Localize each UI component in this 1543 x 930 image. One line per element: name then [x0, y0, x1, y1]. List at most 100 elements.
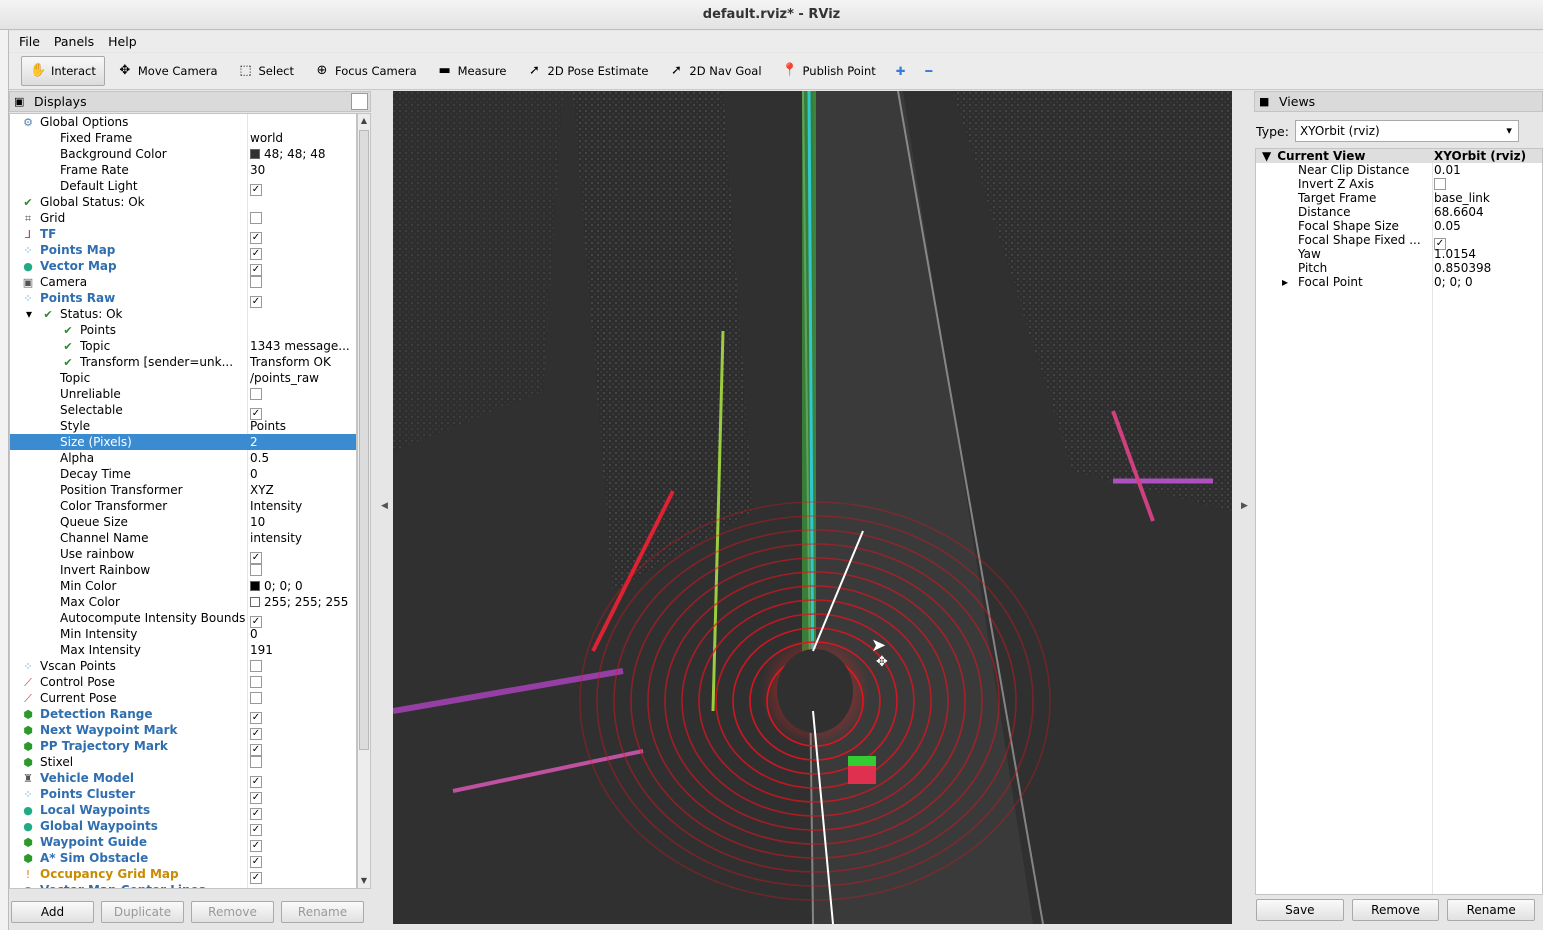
display-value[interactable]	[249, 690, 356, 706]
view-property-value[interactable]: 0.05	[1434, 219, 1542, 233]
display-row[interactable]: Min Color 0; 0; 0	[10, 578, 356, 594]
view-property-value[interactable]: 0; 0; 0	[1434, 275, 1542, 289]
display-value[interactable]	[249, 210, 356, 226]
collapse-right-icon[interactable]: ▶	[1241, 501, 1248, 511]
checkbox[interactable]	[250, 388, 262, 400]
display-row[interactable]: ⬢ Detection Range ✓	[10, 706, 356, 724]
scroll-down-icon[interactable]: ▼	[358, 874, 370, 888]
tool-move-camera[interactable]: ✥ Move Camera	[109, 56, 226, 86]
display-row[interactable]: Unreliable	[10, 386, 356, 402]
display-row[interactable]: ✔ Global Status: Ok	[10, 194, 356, 210]
remove-button[interactable]: Remove	[191, 901, 274, 923]
display-row[interactable]: Channel Name intensity	[10, 530, 356, 546]
display-row[interactable]: Use rainbow ✓	[10, 546, 356, 564]
display-value[interactable]: 48; 48; 48	[249, 146, 356, 162]
scroll-up-icon[interactable]: ▲	[358, 114, 370, 128]
view-property-row[interactable]: Invert Z Axis	[1256, 177, 1542, 191]
collapse-icon[interactable]: ▼	[1262, 149, 1271, 163]
display-row[interactable]: ♜ Vehicle Model ✓	[10, 770, 356, 788]
display-row[interactable]: Max Color 255; 255; 255	[10, 594, 356, 610]
collapse-left-icon[interactable]: ◀	[381, 501, 388, 511]
checkbox[interactable]	[250, 756, 262, 768]
display-value[interactable]: Transform OK	[249, 354, 356, 370]
display-row[interactable]: Queue Size 10	[10, 514, 356, 530]
display-value[interactable]: /points_raw	[249, 370, 356, 386]
display-value[interactable]: 30	[249, 162, 356, 178]
rename-button[interactable]: Rename	[281, 901, 364, 923]
display-value[interactable]: XYZ	[249, 482, 356, 498]
display-value[interactable]	[249, 674, 356, 690]
views-tree[interactable]: ▼ Current View XYOrbit (rviz) Near Clip Dis…	[1255, 148, 1543, 895]
display-row[interactable]: ▣ Camera	[10, 274, 356, 290]
view-save-button[interactable]: Save	[1256, 899, 1344, 921]
view-property-row[interactable]: Near Clip Distance 0.01	[1256, 163, 1542, 177]
display-row[interactable]: Style Points	[10, 418, 356, 434]
display-row[interactable]: ⬢ PP Trajectory Mark ✓	[10, 738, 356, 756]
add-button[interactable]: Add	[11, 901, 94, 923]
display-value[interactable]	[249, 562, 356, 578]
display-row[interactable]: Background Color 48; 48; 48	[10, 146, 356, 162]
display-row[interactable]: Default Light ✓	[10, 178, 356, 196]
color-swatch[interactable]	[250, 149, 260, 159]
tool-2d-nav-goal[interactable]: ➚ 2D Nav Goal	[660, 56, 769, 86]
view-rename-button[interactable]: Rename	[1447, 899, 1536, 921]
display-value[interactable]: 0; 0; 0	[249, 578, 356, 594]
display-row[interactable]: Position Transformer XYZ	[10, 482, 356, 498]
add-tool-icon[interactable]: ✚	[888, 56, 914, 86]
display-row[interactable]: Color Transformer Intensity	[10, 498, 356, 514]
display-value[interactable]: 10	[249, 514, 356, 530]
display-row[interactable]: ▾ ✔ Status: Ok	[10, 306, 356, 322]
display-value[interactable]: 1343 message...	[249, 338, 356, 354]
view-property-value[interactable]: 68.6604	[1434, 205, 1542, 219]
checkbox[interactable]: ✓	[250, 888, 262, 889]
view-property-row[interactable]: Focal Shape Fixed ... ✓	[1256, 233, 1542, 250]
view-type-select[interactable]: XYOrbit (rviz)	[1294, 120, 1519, 142]
displays-tree[interactable]: ⚙ Global Options Fixed Frame world Backgroun…	[9, 113, 357, 889]
tool-publish-point[interactable]: 📍 Publish Point	[774, 56, 884, 86]
display-value[interactable]: 255; 255; 255	[249, 594, 356, 610]
display-row[interactable]: ⅃ TF ✓	[10, 226, 356, 244]
display-row[interactable]: ✔ Transform [sender=unk... Transform OK	[10, 354, 356, 370]
right-splitter[interactable]: ▶	[1235, 91, 1255, 924]
tool-select[interactable]: ⬚ Select	[230, 56, 302, 86]
display-row[interactable]: Size (Pixels) 2	[10, 434, 356, 450]
display-value[interactable]	[249, 274, 356, 290]
display-row[interactable]: ⟋ Control Pose	[10, 674, 356, 690]
view-property-value[interactable]: 1.0154	[1434, 247, 1542, 261]
display-row[interactable]: ⬢ Next Waypoint Mark ✓	[10, 722, 356, 740]
menu-help[interactable]: Help	[108, 34, 137, 49]
view-property-value[interactable]	[1434, 177, 1542, 191]
display-row[interactable]: Selectable ✓	[10, 402, 356, 420]
display-row[interactable]: ● Vector Map ✓	[10, 258, 356, 276]
display-row[interactable]: Max Intensity 191	[10, 642, 356, 658]
display-value[interactable]: intensity	[249, 530, 356, 546]
color-swatch[interactable]	[250, 597, 260, 607]
menu-panels[interactable]: Panels	[54, 34, 94, 49]
display-value[interactable]: Points	[249, 418, 356, 434]
display-value[interactable]: Intensity	[249, 498, 356, 514]
tool-focus-camera[interactable]: ⊕ Focus Camera	[306, 56, 425, 86]
duplicate-button[interactable]: Duplicate	[101, 901, 184, 923]
display-value[interactable]	[249, 754, 356, 770]
display-value[interactable]: 0.5	[249, 450, 356, 466]
checkbox[interactable]	[250, 276, 262, 288]
display-row[interactable]: ● Vector Map Center Lines ✓	[10, 882, 356, 889]
display-row[interactable]: ! Occupancy Grid Map ✓	[10, 866, 356, 884]
display-value[interactable]	[249, 658, 356, 674]
display-row[interactable]: ⬢ A* Sim Obstacle ✓	[10, 850, 356, 868]
tool-2d-pose-estimate[interactable]: ➚ 2D Pose Estimate	[519, 56, 657, 86]
color-swatch[interactable]	[250, 581, 260, 591]
display-value[interactable]: 0	[249, 466, 356, 482]
view-property-value[interactable]: base_link	[1434, 191, 1542, 205]
checkbox[interactable]	[250, 564, 262, 576]
view-property-row[interactable]: Pitch 0.850398	[1256, 261, 1542, 275]
expander-icon[interactable]: ▾	[26, 306, 40, 322]
view-property-row[interactable]: Target Frame base_link	[1256, 191, 1542, 205]
checkbox[interactable]	[250, 212, 262, 224]
view-property-row[interactable]: Distance 68.6604	[1256, 205, 1542, 219]
display-row[interactable]: Decay Time 0	[10, 466, 356, 482]
float-panel-button[interactable]	[351, 93, 368, 110]
tool-interact[interactable]: ✋ Interact	[21, 56, 105, 86]
display-row[interactable]: ⁘ Points Cluster ✓	[10, 786, 356, 804]
display-row[interactable]: ⁘ Vscan Points	[10, 658, 356, 674]
